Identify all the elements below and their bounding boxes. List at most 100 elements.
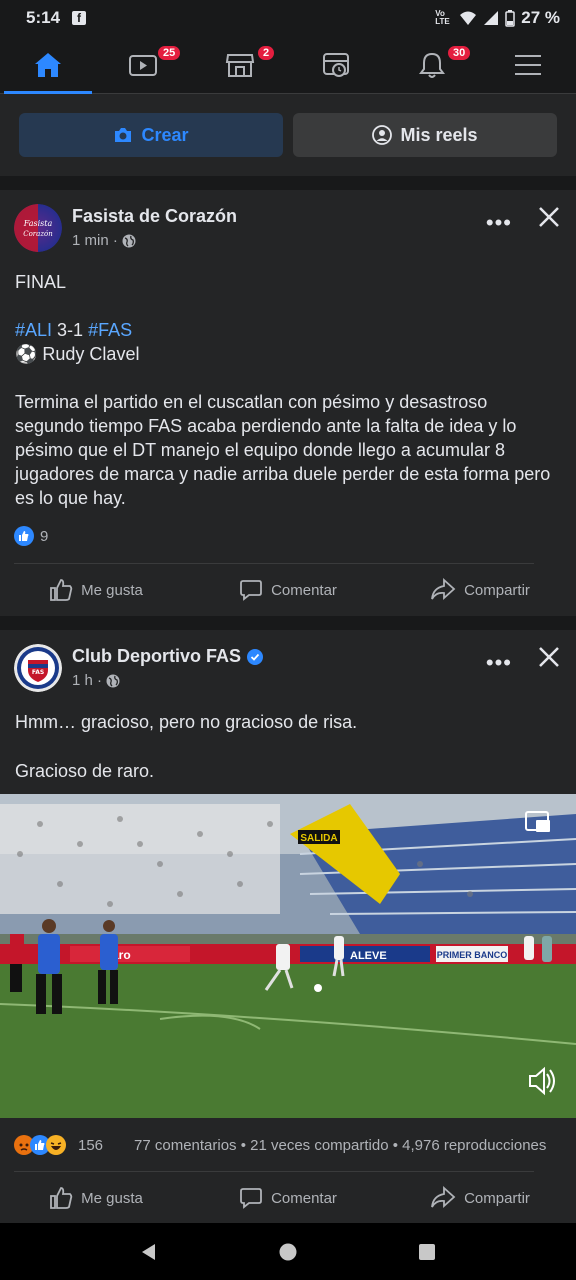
tab-feeds[interactable] [288, 36, 384, 93]
close-icon[interactable] [538, 206, 560, 233]
post-stats[interactable]: 77 comentarios • 21 veces compartido • 4… [134, 1137, 562, 1154]
hashtag-link[interactable]: #FAS [88, 320, 132, 340]
post-score-line: #ALI 3-1 #FAS [15, 318, 561, 342]
reaction-count: 9 [40, 527, 49, 545]
my-reels-label: Mis reels [400, 124, 478, 145]
post-text-line: Hmm… gracioso, pero no gracioso de risa. [15, 712, 358, 732]
share-button[interactable]: Compartir [384, 566, 576, 614]
tab-marketplace[interactable]: 2 [192, 36, 288, 93]
feeds-clock-icon [323, 52, 349, 77]
post-card: Fasista Corazón Fasista de Corazón 1 min … [0, 190, 576, 616]
share-label: Compartir [464, 581, 530, 599]
reaction-summary[interactable]: 9 [14, 526, 48, 546]
marketplace-badge: 2 [256, 44, 277, 62]
divider [14, 563, 534, 564]
salida-sign: SALIDA [300, 833, 337, 844]
recents-square-icon[interactable] [417, 1242, 437, 1262]
svg-text:Fasista: Fasista [23, 219, 53, 228]
aleve-ad: ALEVE [350, 950, 387, 962]
post-actions: Me gusta Comentar Compartir [0, 566, 576, 614]
primer-banco-ad: PRIMER BANCO [437, 950, 508, 960]
comment-icon [240, 580, 262, 601]
share-button[interactable]: Compartir [384, 1174, 576, 1222]
volte-icon: Vo LTE [435, 9, 450, 26]
haha-reaction-icon [46, 1135, 66, 1155]
home-circle-icon[interactable] [278, 1242, 298, 1262]
tab-watch[interactable]: 25 [96, 36, 192, 93]
profile-circle-icon [372, 125, 393, 145]
status-bar: 5:14 f Vo LTE 27 % [0, 0, 576, 36]
post-meta: 1 min · [72, 232, 136, 249]
post-time: 1 min · [72, 232, 118, 249]
like-reaction-icon [14, 526, 34, 546]
share-icon [431, 578, 456, 601]
create-label: Crear [141, 124, 189, 145]
status-time: 5:14 [26, 8, 61, 27]
avatar[interactable]: FAS [14, 644, 62, 692]
post-text-line: FINAL [15, 272, 67, 292]
comment-button[interactable]: Comentar [192, 1174, 384, 1222]
watch-badge: 25 [156, 44, 183, 62]
post-body: Termina el partido en el cuscatlan con p… [15, 392, 551, 508]
hamburger-menu-icon [515, 54, 541, 75]
top-navigation: 25 2 30 [0, 36, 576, 94]
home-icon [35, 52, 61, 77]
post-scorer-line: ⚽ Rudy Clavel [15, 344, 140, 364]
post-text-line: Gracioso de raro. [15, 761, 155, 781]
share-label: Compartir [464, 1189, 530, 1207]
globe-icon [122, 234, 136, 247]
author-name: Club Deportivo FAS [72, 646, 242, 666]
comment-label: Comentar [271, 581, 337, 599]
back-icon[interactable] [139, 1242, 159, 1262]
thumbs-up-icon [50, 1187, 73, 1209]
marketplace-icon [225, 53, 255, 77]
post-time: 1 h · [72, 672, 103, 689]
post-meta: 1 h · [72, 672, 120, 689]
battery-icon [505, 9, 515, 27]
comment-label: Comentar [271, 1189, 337, 1207]
bell-icon [419, 52, 445, 78]
notifications-badge: 30 [446, 44, 473, 62]
like-button[interactable]: Me gusta [0, 1174, 192, 1222]
battery-percent: 27 % [521, 8, 560, 27]
tab-home[interactable] [0, 36, 96, 94]
camera-icon [115, 128, 132, 142]
post-header: FAS Club Deportivo FAS 1 h · ••• [14, 644, 562, 694]
tab-menu[interactable] [480, 36, 576, 93]
post-actions: Me gusta Comentar Compartir [0, 1174, 576, 1222]
avatar[interactable]: Fasista Corazón [14, 204, 62, 252]
more-options-button[interactable]: ••• [486, 210, 512, 236]
create-button[interactable]: Crear [19, 113, 283, 157]
divider [14, 1171, 534, 1172]
verified-badge-icon [247, 648, 264, 665]
thumbs-up-icon [50, 579, 73, 601]
close-icon[interactable] [538, 646, 560, 673]
svg-text:FAS: FAS [32, 669, 44, 676]
post-header: Fasista Corazón Fasista de Corazón 1 min … [14, 204, 562, 254]
post-card: FAS Club Deportivo FAS 1 h · ••• Hmm… gr… [0, 630, 576, 1223]
post-author[interactable]: Club Deportivo FAS [72, 646, 264, 667]
more-options-button[interactable]: ••• [486, 650, 512, 676]
signal-icon [484, 11, 499, 25]
like-label: Me gusta [81, 581, 143, 599]
system-navigation-bar [0, 1223, 576, 1280]
tab-notifications[interactable]: 30 [384, 36, 480, 93]
reaction-summary[interactable]: 156 [14, 1135, 103, 1155]
wifi-icon [460, 11, 477, 25]
share-icon [431, 1186, 456, 1209]
status-right: Vo LTE 27 % [435, 8, 560, 28]
my-reels-button[interactable]: Mis reels [293, 113, 557, 157]
facebook-notification-icon: f [72, 11, 87, 25]
like-label: Me gusta [81, 1189, 143, 1207]
reaction-count: 156 [78, 1136, 104, 1154]
globe-icon [106, 674, 120, 687]
svg-text:Corazón: Corazón [23, 230, 53, 238]
hashtag-link[interactable]: #ALI [15, 320, 52, 340]
like-button[interactable]: Me gusta [0, 566, 192, 614]
post-author[interactable]: Fasista de Corazón [72, 206, 237, 227]
score-text: 3-1 [52, 320, 89, 340]
comment-button[interactable]: Comentar [192, 566, 384, 614]
video-player[interactable]: SALIDA Claro ALEVE PRIMER BANCO [0, 794, 576, 1118]
create-row: Crear Mis reels [0, 94, 576, 176]
comment-icon [240, 1188, 262, 1209]
